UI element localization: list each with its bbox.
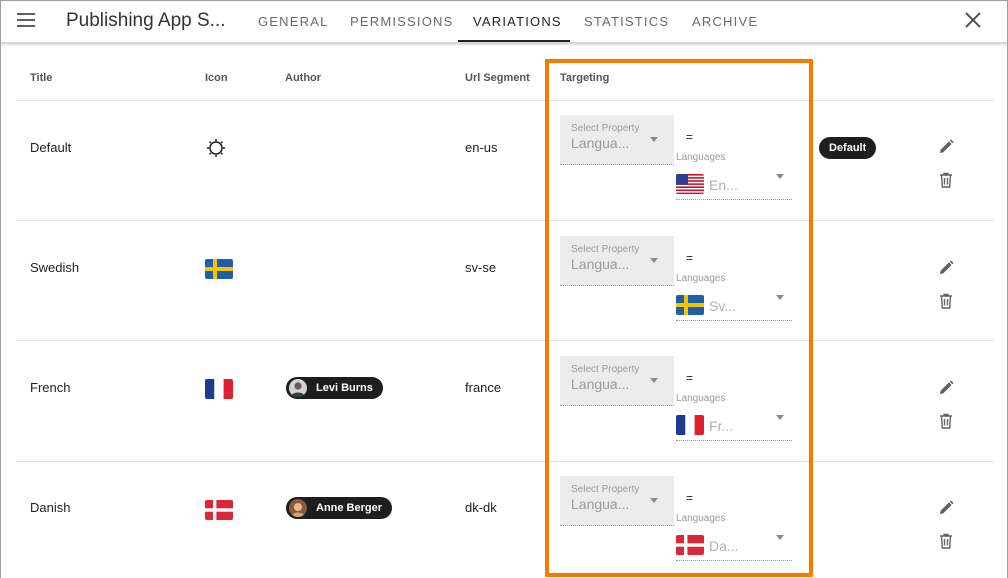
active-tab-indicator	[458, 40, 570, 42]
tab-statistics[interactable]: STATISTICS	[584, 14, 669, 29]
app-title: Publishing App S...	[66, 10, 226, 31]
row-title: Default	[30, 140, 72, 155]
column-header-icon[interactable]: Icon	[205, 72, 228, 84]
row-divider	[16, 220, 994, 221]
edit-pencil-icon[interactable]	[937, 379, 955, 397]
row-url-segment: en-us	[465, 140, 498, 155]
row-url-segment: sv-se	[465, 260, 497, 275]
column-header-author[interactable]: Author	[285, 72, 321, 84]
header-divider	[16, 100, 994, 101]
flag-sweden-icon	[205, 259, 235, 281]
tab-archive[interactable]: ARCHIVE	[692, 14, 758, 29]
sun-icon	[205, 137, 235, 159]
row-url-segment: france	[465, 380, 502, 395]
tab-general[interactable]: GENERAL	[258, 14, 329, 29]
delete-trash-icon[interactable]	[937, 292, 955, 310]
column-header-title[interactable]: Title	[30, 72, 52, 84]
targeting-highlight-box	[545, 59, 813, 577]
row-title: French	[30, 380, 71, 395]
close-icon[interactable]	[963, 10, 983, 30]
default-badge: Default	[819, 137, 877, 159]
row-url-segment: dk-dk	[465, 500, 497, 515]
dialog-frame: Publishing App S... GENERAL PERMISSIONS …	[0, 0, 1008, 578]
hamburger-menu-icon[interactable]	[17, 13, 37, 29]
row-divider	[16, 340, 994, 341]
edit-pencil-icon[interactable]	[937, 138, 955, 156]
author-name: Anne Berger	[316, 502, 383, 514]
flag-france-icon	[205, 379, 235, 401]
author-chip[interactable]: Anne Berger	[286, 497, 393, 519]
tab-permissions[interactable]: PERMISSIONS	[350, 14, 454, 29]
row-title: Danish	[30, 500, 71, 515]
delete-trash-icon[interactable]	[937, 412, 955, 430]
author-chip[interactable]: Levi Burns	[286, 377, 383, 399]
author-name: Levi Burns	[316, 382, 373, 394]
avatar	[289, 499, 307, 517]
delete-trash-icon[interactable]	[937, 532, 955, 550]
delete-trash-icon[interactable]	[937, 171, 955, 189]
tab-variations[interactable]: VARIATIONS	[473, 14, 562, 29]
row-divider	[16, 461, 994, 462]
edit-pencil-icon[interactable]	[937, 499, 955, 517]
row-title: Swedish	[30, 260, 80, 275]
app-bar: Publishing App S... GENERAL PERMISSIONS …	[1, 1, 1007, 43]
flag-denmark-icon	[205, 500, 235, 522]
edit-pencil-icon[interactable]	[937, 259, 955, 277]
avatar	[289, 379, 307, 397]
column-header-url-segment[interactable]: Url Segment	[465, 72, 530, 84]
